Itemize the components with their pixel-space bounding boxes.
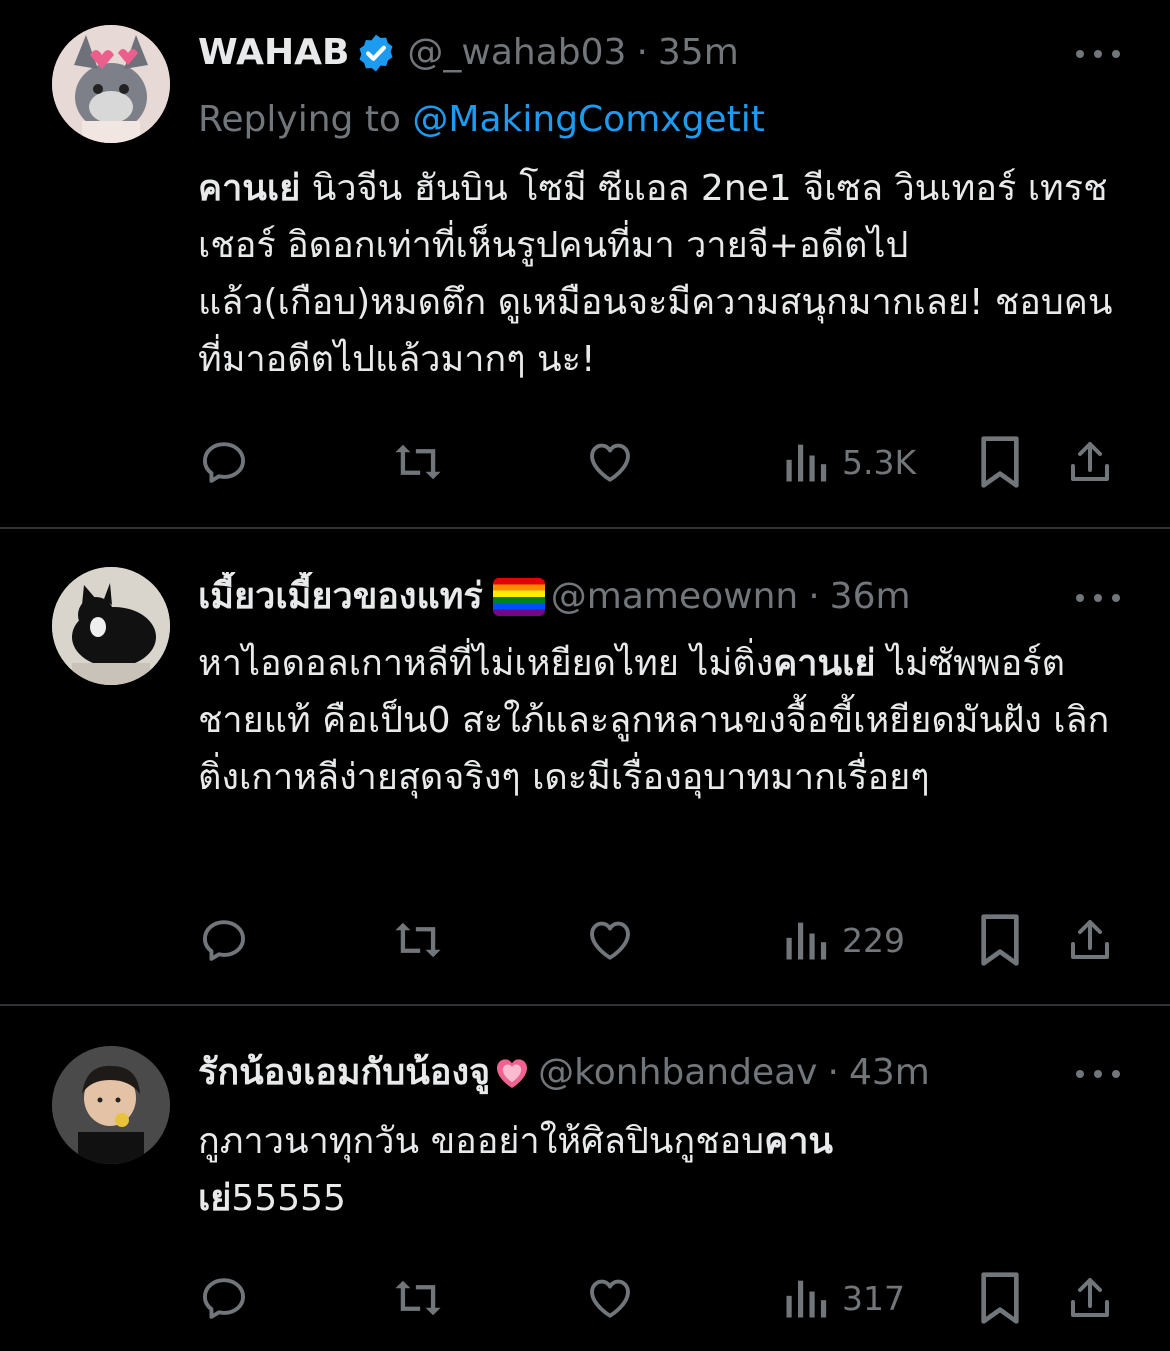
views-button[interactable]: 229: [784, 910, 905, 970]
views-button[interactable]: 5.3K: [784, 432, 916, 492]
reply-icon: [202, 442, 246, 483]
retweet-button[interactable]: [390, 910, 446, 970]
more-options-icon[interactable]: [1076, 1064, 1120, 1084]
tweet-header: รักน้องเอมกับน้องจู @konhbandeav · 43m: [198, 1048, 1078, 1098]
heart-icon: [590, 443, 630, 482]
reply-button[interactable]: [198, 910, 250, 970]
bookmark-button[interactable]: [976, 910, 1024, 970]
timestamp[interactable]: 35m: [658, 28, 739, 78]
tweet-3[interactable]: รักน้องเอมกับน้องจู @konhbandeav · 43m ก…: [0, 1006, 1170, 1351]
share-button[interactable]: [1066, 910, 1114, 970]
separator-dot: ·: [636, 32, 648, 73]
separator-dot: ·: [827, 1052, 839, 1093]
tweet-header: WAHAB @_wahab03 · 35m: [198, 28, 1078, 78]
views-count: 317: [842, 1278, 905, 1318]
display-name[interactable]: รักน้องเอมกับน้องจู: [198, 1048, 490, 1098]
replying-to-link[interactable]: @MakingComxgetit: [412, 99, 764, 140]
tweet-2[interactable]: เมี้ยวเมี้ยวของแทร่ @mameownn · 36m หาไอ…: [0, 529, 1170, 1006]
verified-badge-icon: [359, 34, 393, 72]
timestamp[interactable]: 43m: [849, 1048, 930, 1098]
views-count: 229: [842, 920, 905, 960]
reply-button[interactable]: [198, 432, 250, 492]
tweet-actions: 317: [0, 1268, 1170, 1328]
tweet-text-start: หาไอดอลเกาหลีที่ไม่เหยียดไทย ไม่ติ่ง: [198, 643, 774, 684]
tweet-text-rest: 55555: [231, 1178, 346, 1219]
share-button[interactable]: [1066, 432, 1114, 492]
bookmark-icon: [981, 914, 1019, 966]
tweet-text-bold: คานเย่: [198, 168, 301, 209]
reply-icon: [202, 920, 246, 961]
tweet-text-start: กูภาวนาทุกวัน ขออย่าให้ศิลปินกูชอบ: [198, 1121, 765, 1162]
more-options-icon[interactable]: [1076, 44, 1120, 64]
share-icon: [1071, 1278, 1109, 1317]
handle[interactable]: @mameownn: [551, 572, 798, 622]
replying-to: Replying to @MakingComxgetit: [198, 95, 765, 145]
like-button[interactable]: [584, 432, 636, 492]
tweet-text: คานเย่ นิวจีน ฮันบิน โซมี ซีแอล 2ne1 จีเ…: [198, 160, 1118, 388]
retweet-icon: [395, 1280, 441, 1316]
tweet-text-rest: นิวจีน ฮันบิน โซมี ซีแอล 2ne1 จีเซล วินเ…: [198, 168, 1113, 380]
like-button[interactable]: [584, 1268, 636, 1328]
display-name[interactable]: WAHAB: [198, 28, 349, 78]
timestamp[interactable]: 36m: [830, 572, 911, 622]
display-name[interactable]: เมี้ยวเมี้ยวของแทร่: [198, 572, 483, 622]
views-count: 5.3K: [842, 442, 917, 482]
tweet-1[interactable]: WAHAB @_wahab03 · 35m Replying to @Makin…: [0, 0, 1170, 529]
views-icon: [786, 922, 827, 960]
heart-icon: [590, 921, 630, 960]
retweet-button[interactable]: [390, 1268, 446, 1328]
handle[interactable]: @konhbandeav: [538, 1048, 817, 1098]
avatar[interactable]: [52, 567, 170, 685]
bookmark-button[interactable]: [976, 1268, 1024, 1328]
tweet-actions: 229: [0, 910, 1170, 970]
tweet-actions: 5.3K: [0, 432, 1170, 492]
heart-icon: [590, 1279, 630, 1318]
retweet-button[interactable]: [390, 432, 446, 492]
tweet-text-bold: คานเย่: [773, 643, 876, 684]
avatar[interactable]: [52, 1046, 170, 1164]
rainbow-flag-icon: [492, 578, 545, 616]
tweet-header: เมี้ยวเมี้ยวของแทร่ @mameownn · 36m: [198, 572, 1078, 622]
bookmark-button[interactable]: [976, 432, 1024, 492]
reply-icon: [202, 1278, 246, 1319]
retweet-icon: [395, 444, 441, 480]
reply-button[interactable]: [198, 1268, 250, 1328]
separator-dot: ·: [808, 576, 820, 617]
views-icon: [786, 444, 827, 482]
more-options-icon[interactable]: [1076, 588, 1120, 608]
handle[interactable]: @_wahab03: [407, 28, 626, 78]
share-icon: [1071, 920, 1109, 959]
avatar[interactable]: [52, 25, 170, 143]
share-button[interactable]: [1066, 1268, 1114, 1328]
bookmark-icon: [981, 436, 1019, 488]
tweet-text: กูภาวนาทุกวัน ขออย่าให้ศิลปินกูชอบคานเย่…: [198, 1113, 958, 1227]
views-button[interactable]: 317: [784, 1268, 905, 1328]
bookmark-icon: [981, 1272, 1019, 1324]
like-button[interactable]: [584, 910, 636, 970]
views-icon: [786, 1280, 827, 1318]
replying-to-label: Replying to: [198, 99, 413, 140]
share-icon: [1071, 442, 1109, 481]
tweet-text: หาไอดอลเกาหลีที่ไม่เหยียดไทย ไม่ติ่งคานเ…: [198, 635, 1118, 806]
retweet-icon: [395, 922, 441, 958]
sparkling-heart-icon: [497, 1059, 528, 1088]
